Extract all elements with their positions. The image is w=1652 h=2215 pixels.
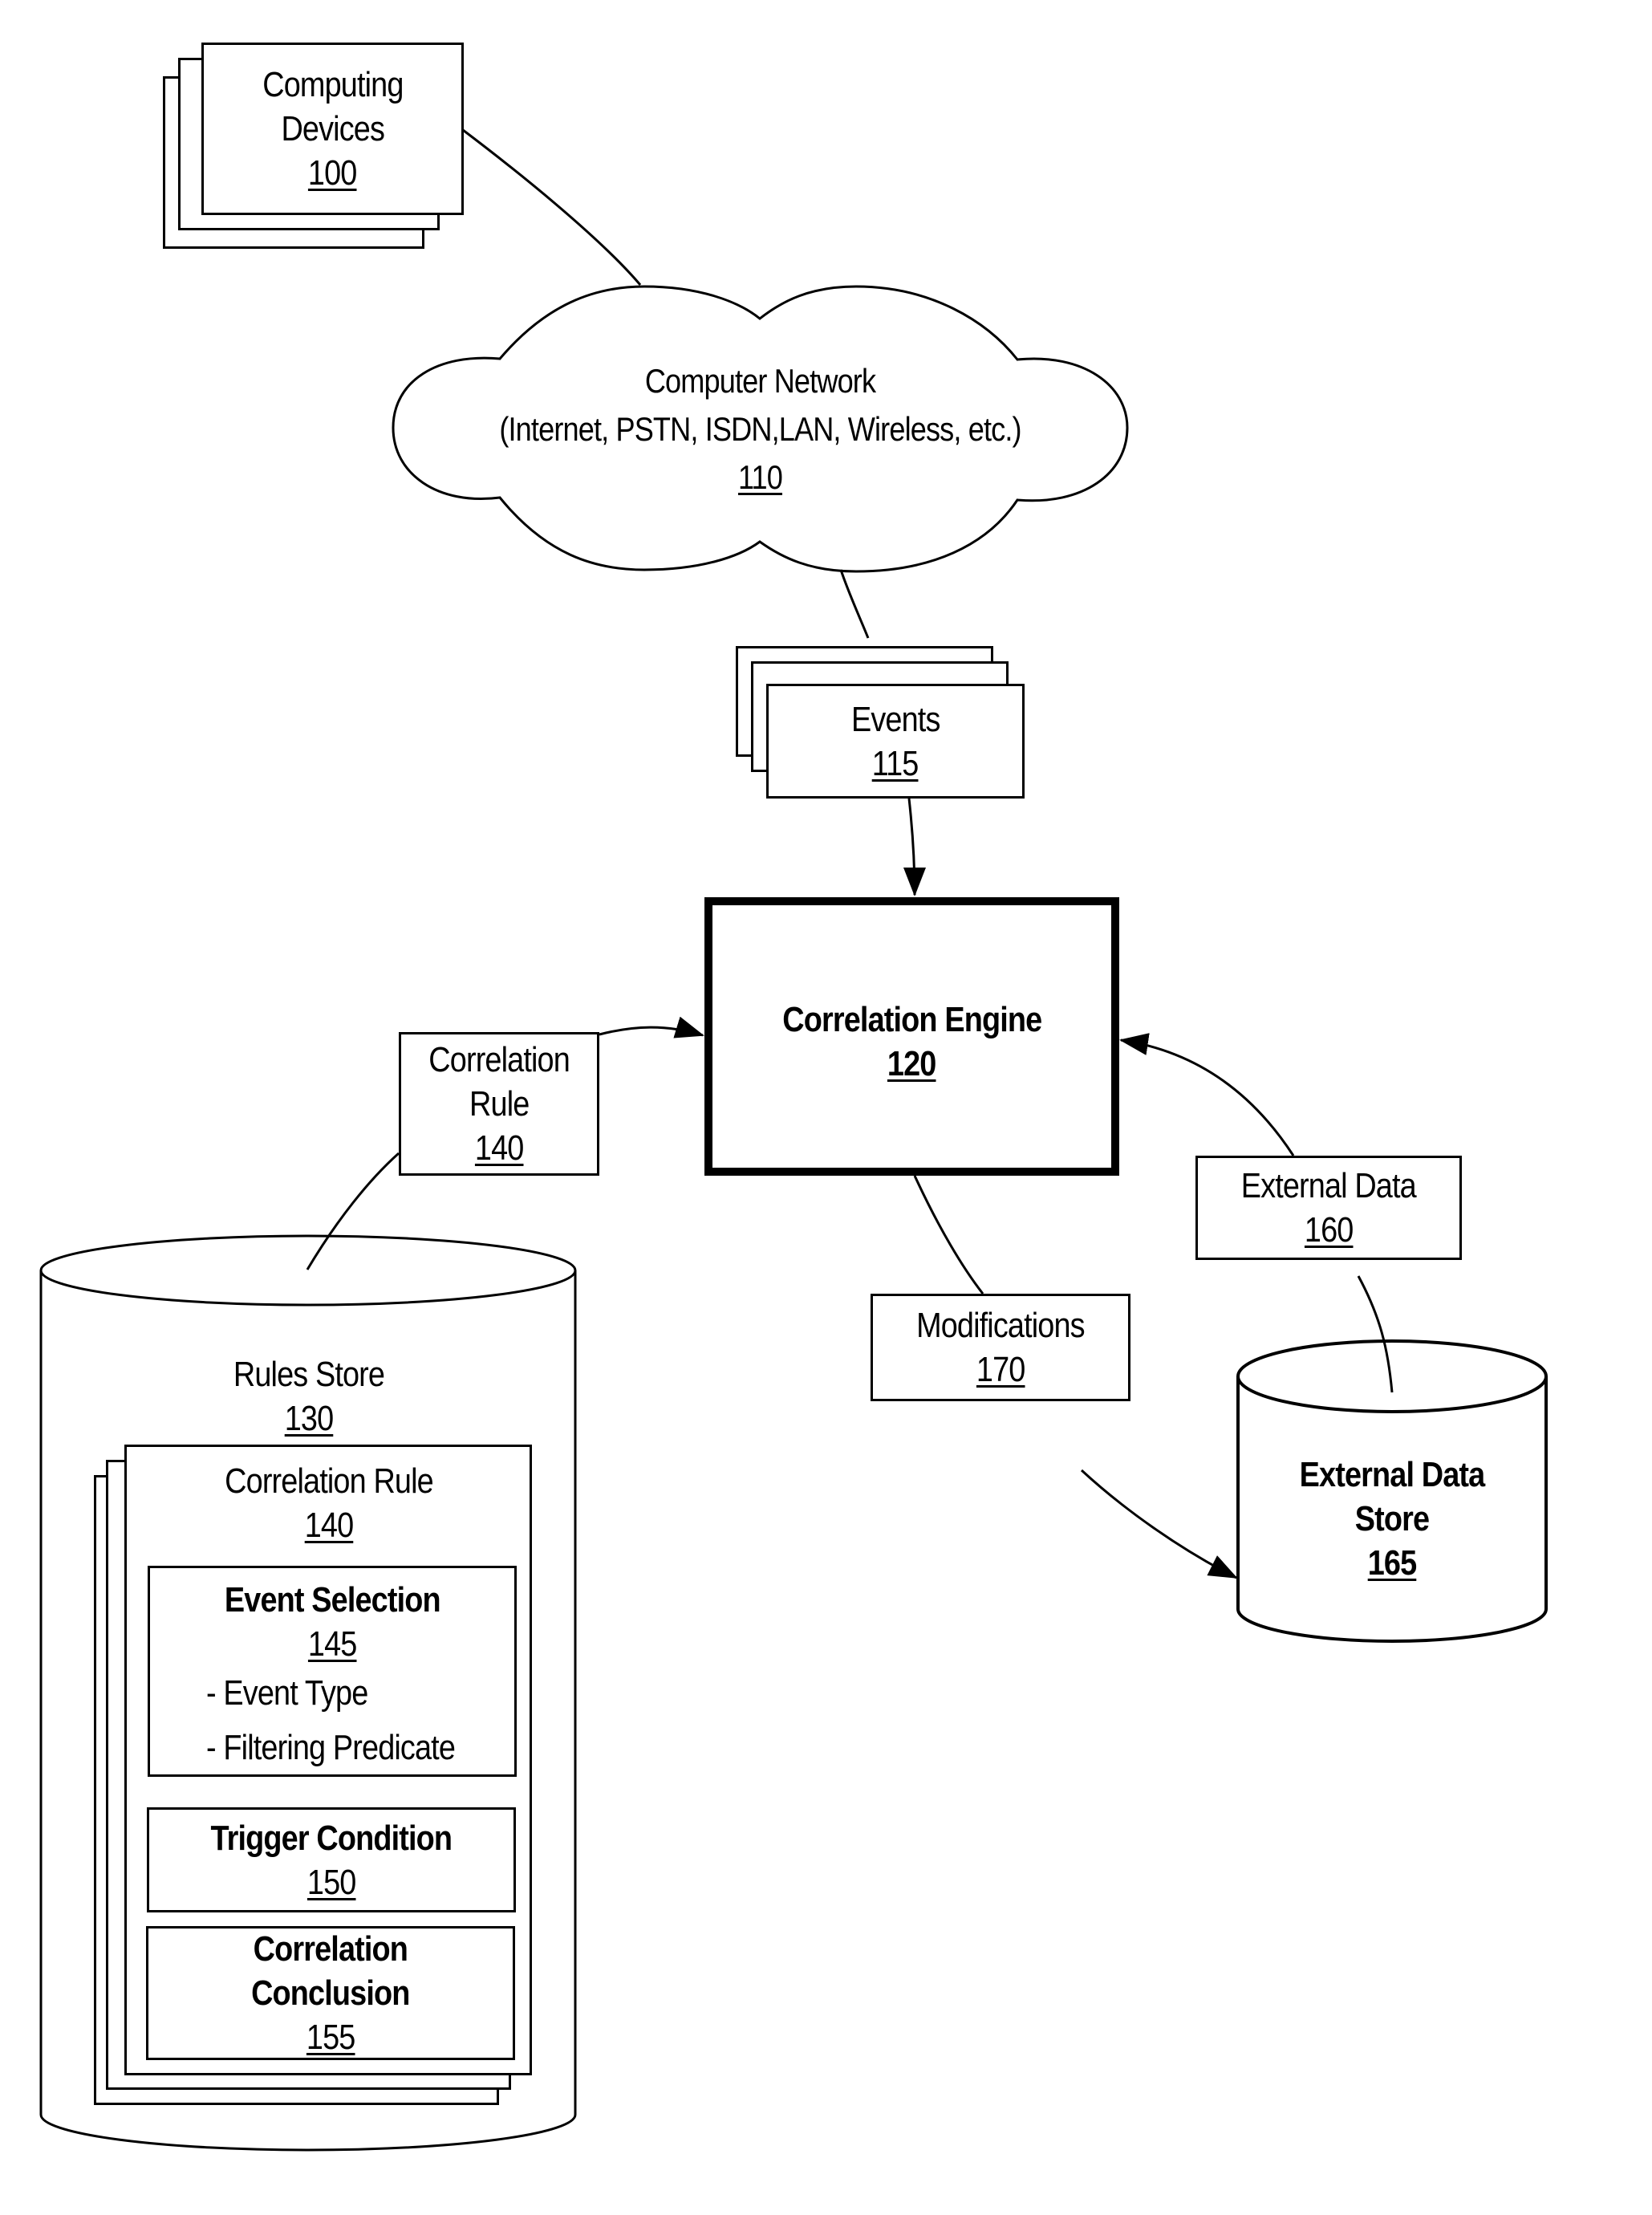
stored-correlation-rule-label: Correlation Rule <box>225 1461 434 1501</box>
arrow-events-to-engine <box>903 798 926 896</box>
event-selection-node[interactable]: Event Selection 145 - Event Type - Filte… <box>148 1566 517 1777</box>
network-subtitle: (Internet, PSTN, ISDN,LAN, Wireless, etc… <box>499 410 1021 448</box>
correlation-engine-node[interactable]: Correlation Engine 120 <box>704 897 1119 1176</box>
trigger-condition-label: Trigger Condition <box>210 1818 453 1858</box>
event-selection-ref: 145 <box>307 1624 357 1664</box>
events-node[interactable]: Events 115 <box>766 684 1025 799</box>
events-ref: 115 <box>872 743 919 783</box>
rules-store-ref: 130 <box>284 1399 334 1438</box>
modifications-label: Modifications <box>916 1306 1086 1345</box>
rules-store-label: Rules Store <box>233 1355 385 1394</box>
correlation-rule-flow-node[interactable]: Correlation Rule 140 <box>399 1032 599 1176</box>
correlation-rule-flow-label-1: Correlation <box>428 1040 570 1079</box>
event-selection-item-event-type: - Event Type <box>206 1673 368 1713</box>
modifications-ref: 170 <box>976 1350 1025 1389</box>
correlation-rule-flow-ref: 140 <box>474 1128 524 1168</box>
correlation-conclusion-label-1: Correlation <box>253 1929 408 1969</box>
correlation-engine-label: Correlation Engine <box>781 1000 1042 1039</box>
connector-network-to-events <box>839 569 870 639</box>
external-data-ref: 160 <box>1304 1210 1354 1250</box>
external-data-store-label-2: Store <box>1354 1499 1430 1538</box>
network-title: Computer Network <box>644 362 876 400</box>
arrow-modifications-to-store <box>1080 1469 1238 1579</box>
external-data-store-ref: 165 <box>1367 1543 1417 1583</box>
external-data-store-node[interactable]: External Data Store 165 <box>1246 1453 1538 1585</box>
event-selection-item-filtering-predicate: - Filtering Predicate <box>206 1728 456 1767</box>
correlation-conclusion-label-2: Conclusion <box>251 1973 410 2013</box>
stored-correlation-rule-ref: 140 <box>304 1506 354 1545</box>
correlation-conclusion-node[interactable]: Correlation Conclusion 155 <box>146 1926 515 2060</box>
correlation-conclusion-ref: 155 <box>306 2018 355 2057</box>
stored-correlation-rule-title-block: Correlation Rule 140 <box>128 1459 530 1547</box>
connector-devices-to-network <box>462 128 642 286</box>
computing-devices-label-2: Devices <box>281 109 384 148</box>
events-label: Events <box>850 699 940 739</box>
correlation-rule-flow-label-2: Rule <box>469 1084 530 1124</box>
rules-store-node[interactable]: Rules Store 130 <box>48 1352 570 1441</box>
modifications-node[interactable]: Modifications 170 <box>871 1294 1130 1401</box>
connector-engine-to-modifications <box>913 1175 984 1294</box>
event-selection-label: Event Selection <box>224 1580 441 1620</box>
computing-devices-node[interactable]: Computing Devices 100 <box>201 43 464 215</box>
computing-devices-ref: 100 <box>308 153 357 193</box>
trigger-condition-ref: 150 <box>306 1862 356 1902</box>
external-data-label: External Data <box>1240 1166 1417 1205</box>
correlation-engine-ref: 120 <box>887 1044 936 1083</box>
computing-devices-label-1: Computing <box>262 65 404 104</box>
arrow-rule-to-engine <box>599 1016 704 1038</box>
arrow-externaldata-to-engine <box>1119 1033 1295 1156</box>
external-data-node[interactable]: External Data 160 <box>1195 1156 1462 1260</box>
network-ref: 110 <box>737 458 783 496</box>
trigger-condition-node[interactable]: Trigger Condition 150 <box>147 1807 516 1912</box>
external-data-store-label-1: External Data <box>1299 1455 1486 1494</box>
network-node[interactable]: Computer Network (Internet, PSTN, ISDN,L… <box>401 357 1119 502</box>
